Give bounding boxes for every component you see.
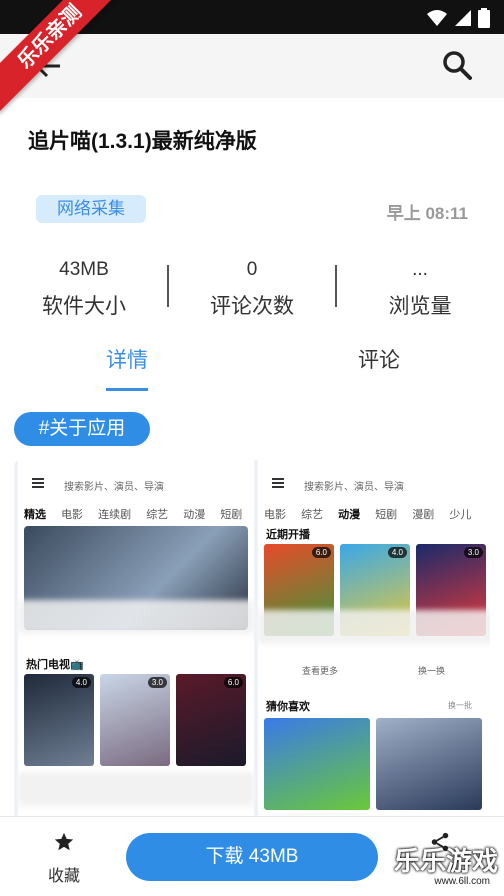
search-button[interactable] bbox=[440, 48, 474, 82]
mock-refresh-small: 换一批 bbox=[448, 701, 472, 710]
mock-rating: 3.0 bbox=[463, 547, 483, 558]
category-tag[interactable]: 网络采集 bbox=[36, 195, 146, 223]
blur-band bbox=[258, 610, 490, 644]
menu-icon bbox=[272, 478, 284, 488]
screenshot-gallery[interactable]: 搜索影片、演员、导演 精选 电影 连续剧 综艺 动漫 短剧 漫剧 热门电视📺 4… bbox=[14, 460, 490, 820]
stat-comments: 0 评论次数 bbox=[168, 256, 336, 320]
mock-section-title: 近期开播 bbox=[266, 529, 310, 541]
mock-nav-item: 电影 bbox=[61, 509, 84, 521]
star-icon bbox=[54, 832, 74, 851]
stat-size: 43MB 软件大小 bbox=[0, 256, 168, 320]
mock-nav-item: 短剧 bbox=[375, 509, 398, 521]
mock-rating: 3.0 bbox=[147, 677, 167, 688]
active-tab-indicator bbox=[106, 388, 148, 391]
mock-search-bar: 搜索影片、演员、导演 bbox=[264, 474, 486, 496]
mock-nav-item: 综艺 bbox=[146, 509, 169, 521]
mock-refresh: 换一换 bbox=[418, 666, 446, 676]
mock-nav-item: 少儿 bbox=[449, 509, 472, 521]
stats-row: 43MB 软件大小 0 评论次数 ... 浏览量 bbox=[0, 256, 504, 320]
blur-band bbox=[18, 600, 254, 634]
mock-posters bbox=[264, 718, 482, 810]
watermark-logo: 乐乐游戏 bbox=[393, 846, 498, 876]
app-title: 追片喵(1.3.1)最新纯净版 bbox=[28, 130, 257, 153]
mock-poster: 3.0 bbox=[100, 674, 170, 766]
mock-nav: 电影 综艺 动漫 短剧 漫剧 少儿 bbox=[264, 506, 490, 522]
mock-poster: 6.0 bbox=[176, 674, 246, 766]
battery-icon bbox=[478, 8, 490, 28]
tab-detail[interactable]: 详情 bbox=[106, 344, 148, 374]
mock-rating: 4.0 bbox=[71, 677, 91, 688]
about-app-chip[interactable]: #关于应用 bbox=[14, 412, 150, 446]
mock-search-placeholder: 搜索影片、演员、导演 bbox=[304, 482, 404, 493]
publish-time: 早上 08:11 bbox=[386, 204, 468, 223]
stat-value: ... bbox=[412, 259, 428, 280]
tab-bar: 详情 评论 bbox=[0, 344, 504, 392]
app-bar bbox=[0, 34, 504, 98]
search-icon bbox=[443, 51, 472, 80]
mock-posters: 4.0 3.0 6.0 bbox=[24, 674, 246, 766]
signal-icon bbox=[455, 10, 471, 26]
watermark-url: www.6ll.com bbox=[434, 876, 490, 887]
stat-views: ... 浏览量 bbox=[336, 256, 504, 320]
menu-icon bbox=[32, 478, 44, 488]
mock-rating: 4.0 bbox=[387, 547, 407, 558]
mock-nav-item: 综艺 bbox=[301, 509, 324, 521]
mock-poster: 4.0 bbox=[24, 674, 94, 766]
mock-poster bbox=[264, 718, 370, 810]
mock-nav-item: 精选 bbox=[24, 509, 46, 521]
stat-divider bbox=[335, 265, 337, 307]
mock-nav-item: 短剧 bbox=[220, 509, 243, 521]
mock-nav-item: 连续剧 bbox=[98, 509, 132, 521]
mock-section-title: 热门电视📺 bbox=[26, 659, 84, 671]
stat-value: 43MB bbox=[59, 259, 109, 280]
stat-label: 软件大小 bbox=[42, 295, 126, 318]
stat-label: 浏览量 bbox=[388, 295, 452, 318]
mock-view-more: 查看更多 bbox=[302, 666, 339, 676]
stat-label: 评论次数 bbox=[210, 295, 294, 318]
mock-nav-item: 漫剧 bbox=[412, 509, 435, 521]
blur-band bbox=[18, 772, 254, 806]
mock-nav-item: 动漫 bbox=[338, 509, 361, 521]
wifi-icon bbox=[427, 10, 447, 26]
mock-rating: 6.0 bbox=[223, 677, 243, 688]
favorite-label: 收藏 bbox=[47, 868, 80, 885]
download-button[interactable]: 下载 43MB bbox=[126, 833, 378, 881]
screenshot-2[interactable]: 搜索影片、演员、导演 电影 综艺 动漫 短剧 漫剧 少儿 近期开播 6.0 4.… bbox=[258, 460, 490, 820]
tab-comment[interactable]: 评论 bbox=[358, 344, 400, 374]
mock-search-placeholder: 搜索影片、演员、导演 bbox=[64, 482, 164, 493]
stat-divider bbox=[167, 265, 169, 307]
mock-rating: 6.0 bbox=[311, 547, 331, 558]
mock-nav: 精选 电影 连续剧 综艺 动漫 短剧 漫剧 bbox=[24, 506, 252, 522]
mock-nav-item: 动漫 bbox=[183, 509, 206, 521]
mock-search-bar: 搜索影片、演员、导演 bbox=[24, 474, 246, 496]
mock-section-title: 猜你喜欢 bbox=[266, 701, 310, 713]
screenshot-1[interactable]: 搜索影片、演员、导演 精选 电影 连续剧 综艺 动漫 短剧 漫剧 热门电视📺 4… bbox=[18, 460, 254, 820]
stat-value: 0 bbox=[246, 259, 258, 280]
mock-nav-item: 电影 bbox=[264, 509, 286, 521]
favorite-button[interactable]: 收藏 bbox=[40, 831, 88, 886]
mock-poster bbox=[376, 718, 482, 810]
